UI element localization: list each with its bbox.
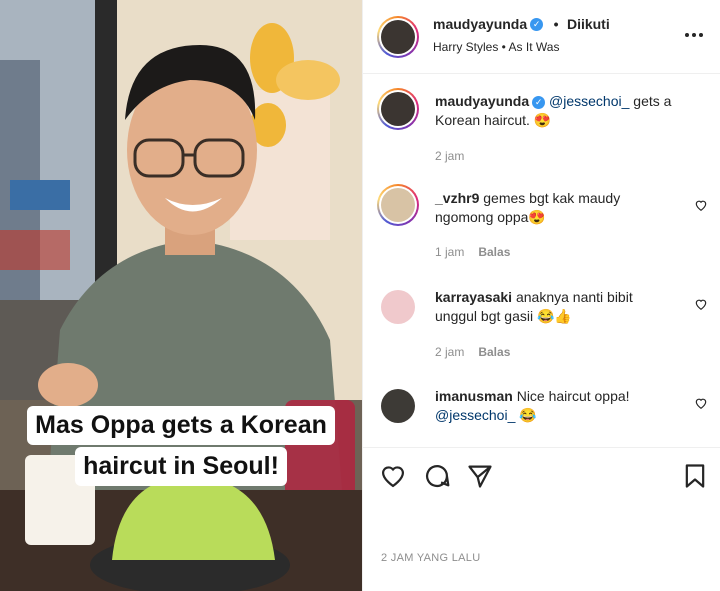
header-separator: • <box>553 16 559 32</box>
comment-username[interactable]: karrayasaki <box>435 289 512 305</box>
comment-time: 1 jam <box>435 245 465 259</box>
header-username[interactable]: maudyayunda <box>433 16 527 32</box>
comment-mention[interactable]: @jessechoi_ <box>435 407 515 423</box>
comment-meta: 2 jam Balas <box>435 345 510 359</box>
action-bar: 2 JAM YANG LALU <box>363 447 720 564</box>
comment-text-line-1: gemes bgt kak maudy <box>483 190 621 206</box>
caption-avatar <box>381 92 415 126</box>
comment-username[interactable]: _vzhr9 <box>435 190 479 206</box>
comment-like-icon[interactable] <box>694 396 708 410</box>
comment-avatar[interactable] <box>381 290 415 324</box>
reply-button[interactable]: Balas <box>478 245 510 259</box>
caption-mention[interactable]: @jessechoi_ <box>549 93 629 109</box>
header-user-row: maudyayunda ✓ • Diikuti <box>433 16 610 34</box>
comment-like-icon[interactable] <box>694 198 708 212</box>
media-caption-text-2: haircut in Seoul! <box>75 447 287 486</box>
more-horizontal-icon[interactable] <box>683 24 705 46</box>
media-caption-line-2: haircut in Seoul! <box>0 447 362 486</box>
caption-story-ring[interactable] <box>377 88 419 130</box>
follow-status[interactable]: Diikuti <box>567 16 610 32</box>
comment-story-ring[interactable] <box>377 184 419 226</box>
comment-text-line-2: unggul bgt gasii 😂👍 <box>435 308 572 324</box>
comment-icon[interactable] <box>423 462 451 490</box>
comment-meta: 1 jam Balas <box>435 245 510 259</box>
story-ring[interactable] <box>377 16 419 58</box>
post-timestamp: 2 JAM YANG LALU <box>381 552 481 564</box>
comment-avatar[interactable] <box>381 389 415 423</box>
comment-text-line-1: Nice haircut oppa! <box>516 388 630 404</box>
comment-item: karrayasaki anaknya nanti bibit unggul b… <box>435 288 685 326</box>
comment-emoji: 😂 <box>519 407 537 423</box>
media-caption-line-1: Mas Oppa gets a Korean <box>0 406 362 445</box>
bookmark-icon[interactable] <box>681 462 709 490</box>
post-header: maudyayunda ✓ • Diikuti Harry Styles • As… <box>363 0 720 74</box>
comment-avatar <box>381 188 415 222</box>
post-photo <box>0 0 362 591</box>
heart-icon[interactable] <box>379 462 407 490</box>
comment-text-line-2: ngomong oppa😍 <box>435 209 546 225</box>
post-side-panel: maudyayunda ✓ • Diikuti Harry Styles • As… <box>362 0 720 591</box>
caption-username[interactable]: maudyayunda <box>435 93 529 109</box>
send-icon[interactable] <box>466 462 494 490</box>
caption-text: maudyayunda ✓ @jessechoi_ gets a Korean h… <box>435 92 705 130</box>
music-label[interactable]: Harry Styles • As It Was <box>433 40 559 54</box>
comment-item: imanusman Nice haircut oppa! @jessechoi_… <box>435 387 685 425</box>
verified-icon: ✓ <box>530 18 544 32</box>
avatar <box>381 20 415 54</box>
comment-text-line-1: anaknya nanti bibit <box>515 289 633 305</box>
comment-item: _vzhr9 gemes bgt kak maudy ngomong oppa😍 <box>435 189 685 227</box>
caption-time: 2 jam <box>435 149 465 163</box>
comment-like-icon[interactable] <box>694 297 708 311</box>
verified-icon: ✓ <box>532 95 546 109</box>
media-caption-text-1: Mas Oppa gets a Korean <box>27 406 335 445</box>
reply-button[interactable]: Balas <box>478 345 510 359</box>
comment-time: 2 jam <box>435 345 465 359</box>
comment-username[interactable]: imanusman <box>435 388 513 404</box>
post-media[interactable]: Mas Oppa gets a Korean haircut in Seoul! <box>0 0 362 591</box>
